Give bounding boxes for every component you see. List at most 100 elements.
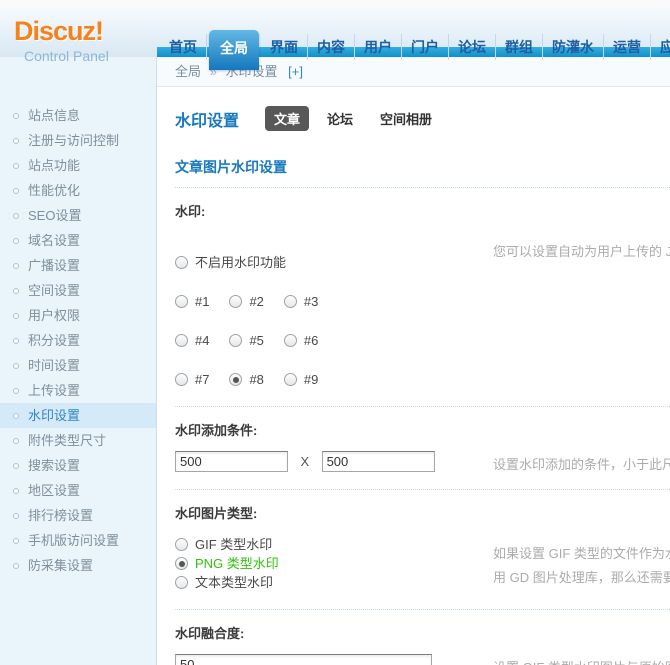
sidebar-item-anti-scraping[interactable]: 防采集设置 [0, 553, 156, 578]
nav-item-antispam[interactable]: 防灌水 [543, 34, 604, 60]
sidebar-item-broadcast[interactable]: 广播设置 [0, 253, 156, 278]
nav-item-home[interactable]: 首页 [160, 34, 207, 60]
type-png-label: PNG 类型水印 [195, 556, 279, 571]
breadcrumb-root[interactable]: 全局 [175, 64, 201, 79]
sidebar-item-user-permissions[interactable]: 用户权限 [0, 303, 156, 328]
bullet-icon [13, 338, 19, 344]
divider [175, 489, 670, 490]
nav-item-groups[interactable]: 群组 [496, 34, 543, 60]
radio-position-6[interactable] [283, 334, 297, 347]
watermark-help-text: 您可以设置自动为用户上传的 JPG [493, 244, 670, 259]
nav-item-portal[interactable]: 门户 [402, 34, 449, 60]
bullet-icon [13, 463, 19, 469]
radio-position-9[interactable] [283, 373, 297, 386]
condition-inputs-row: 设置水印添加的条件，小于此尺寸 X [175, 451, 670, 472]
bullet-icon [13, 363, 19, 369]
sidebar-item-label: 上传设置 [28, 383, 81, 398]
breadcrumb-expand-button[interactable]: [+] [288, 64, 303, 79]
tab-forum[interactable]: 论坛 [318, 106, 362, 131]
nav-item-apps[interactable]: 应用 [651, 34, 670, 60]
type-help-text: 如果设置 GIF 类型的文件作为水印 用 GD 图片处理库，那么还需要 [493, 542, 670, 590]
bullet-icon [13, 438, 19, 444]
sidebar-item-attachment-size[interactable]: 附件类型尺寸 [0, 428, 156, 453]
dimension-separator: X [300, 454, 310, 469]
blend-label: 水印融合度: [175, 626, 245, 641]
radio-position-7[interactable] [175, 373, 188, 386]
bullet-icon [13, 413, 19, 419]
sidebar-item-label: 广播设置 [28, 258, 81, 273]
sidebar-item-upload[interactable]: 上传设置 [0, 378, 156, 403]
sidebar-item-search[interactable]: 搜索设置 [0, 453, 156, 478]
sidebar-item-space[interactable]: 空间设置 [0, 278, 156, 303]
position-row-1: #1 #2 #3 [175, 293, 670, 311]
bullet-icon [13, 263, 19, 269]
radio-position-8[interactable] [229, 373, 243, 386]
sidebar-item-watermark[interactable]: 水印设置 [0, 403, 156, 428]
blend-help-text: 设置 GIF 类型水印图片与原始图片 [493, 656, 670, 665]
radio-type-png[interactable] [175, 557, 188, 570]
blend-value-input[interactable] [175, 654, 432, 665]
sidebar-item-performance[interactable]: 性能优化 [0, 178, 156, 203]
sidebar-item-ranking[interactable]: 排行榜设置 [0, 503, 156, 528]
position-row-3: #7 #8 #9 [175, 371, 670, 389]
position-3-label: #3 [303, 294, 319, 309]
radio-disable-watermark[interactable] [175, 256, 188, 269]
radio-position-3[interactable] [283, 295, 297, 308]
bullet-icon [13, 388, 19, 394]
radio-position-4[interactable] [175, 334, 188, 347]
bullet-icon [13, 113, 19, 119]
sidebar-item-label: 手机版访问设置 [28, 533, 120, 548]
position-1-label: #1 [195, 294, 210, 309]
sidebar-item-region[interactable]: 地区设置 [0, 478, 156, 503]
bullet-icon [13, 313, 19, 319]
sidebar-item-label: 时间设置 [28, 358, 81, 373]
sidebar-item-credits[interactable]: 积分设置 [0, 328, 156, 353]
sidebar-item-label: 空间设置 [28, 283, 81, 298]
discuz-logo: Discuz! [14, 16, 104, 46]
bullet-icon [13, 238, 19, 244]
position-4-label: #4 [195, 333, 210, 348]
tab-space-album[interactable]: 空间相册 [371, 106, 441, 131]
radio-type-text[interactable] [175, 576, 188, 589]
position-6-label: #6 [303, 333, 319, 348]
divider [175, 406, 670, 407]
radio-position-2[interactable] [229, 295, 243, 308]
sidebar-item-site-features[interactable]: 站点功能 [0, 153, 156, 178]
nav-item-global[interactable]: 全局 [209, 30, 259, 70]
nav-item-forum[interactable]: 论坛 [449, 34, 496, 60]
sidebar-item-label: 水印设置 [28, 408, 81, 423]
sidebar-item-time[interactable]: 时间设置 [0, 353, 156, 378]
sidebar-item-label: 站点信息 [28, 108, 81, 123]
sidebar-item-mobile-access[interactable]: 手机版访问设置 [0, 528, 156, 553]
bullet-icon [13, 213, 19, 219]
watermark-width-input[interactable] [175, 451, 288, 472]
radio-position-1[interactable] [175, 295, 188, 308]
watermark-height-input[interactable] [321, 451, 435, 472]
nav-item-interface[interactable]: 界面 [261, 34, 308, 60]
tab-article[interactable]: 文章 [265, 106, 310, 131]
nav-item-content[interactable]: 内容 [308, 34, 355, 60]
sidebar-item-label: 注册与访问控制 [28, 133, 120, 148]
sidebar-item-label: 积分设置 [28, 333, 81, 348]
sidebar-item-seo[interactable]: SEO设置 [0, 203, 156, 228]
position-9-label: #9 [303, 372, 319, 387]
position-7-label: #7 [195, 372, 210, 387]
title-row: 水印设置 文章 论坛 空间相册 [175, 106, 670, 131]
top-strip [0, 0, 670, 8]
nav-item-users[interactable]: 用户 [355, 34, 402, 60]
nav-item-operation[interactable]: 运营 [604, 34, 651, 60]
sidebar-item-label: SEO设置 [28, 208, 82, 223]
sidebar-item-domain[interactable]: 域名设置 [0, 228, 156, 253]
position-row-2: #4 #5 #6 [175, 332, 670, 350]
radio-position-5[interactable] [229, 334, 243, 347]
radio-type-gif[interactable] [175, 538, 188, 551]
sidebar-item-site-info[interactable]: 站点信息 [0, 103, 156, 128]
bullet-icon [13, 163, 19, 169]
sidebar-item-register-access[interactable]: 注册与访问控制 [0, 128, 156, 153]
bullet-icon [13, 488, 19, 494]
sidebar-item-label: 地区设置 [28, 483, 81, 498]
sidebar-item-label: 防采集设置 [28, 558, 94, 573]
sidebar-item-label: 用户权限 [28, 308, 81, 323]
sidebar: 站点信息 注册与访问控制 站点功能 性能优化 SEO设置 域名设置 广播设置 空… [0, 57, 157, 665]
discuz-control-panel: 首页 全局 界面 内容 用户 门户 论坛 群组 防灌水 运营 应用 工具 站长 … [0, 0, 670, 665]
